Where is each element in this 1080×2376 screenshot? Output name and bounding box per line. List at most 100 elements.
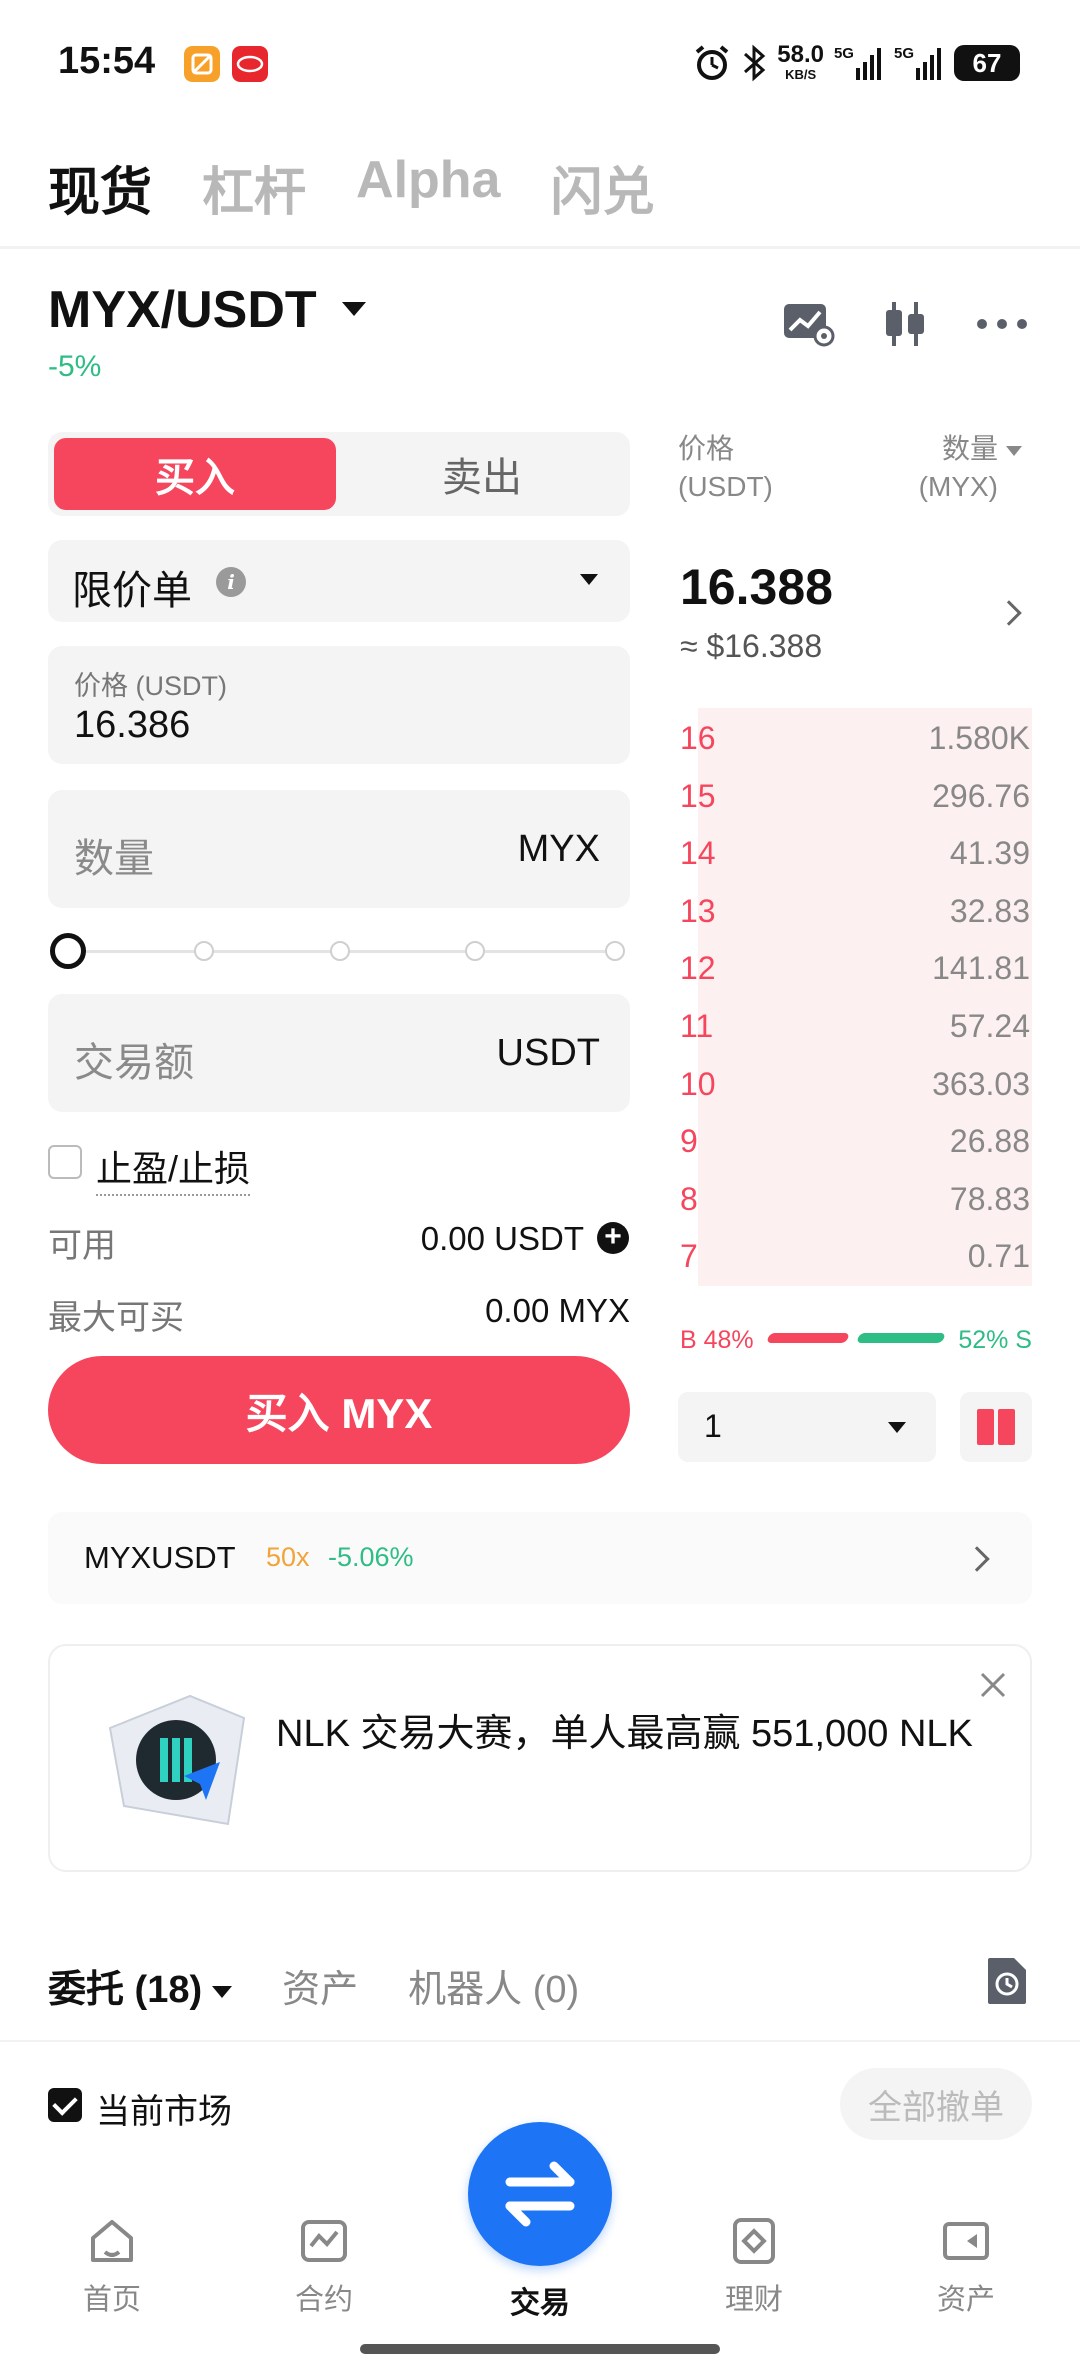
buy-tab[interactable]: 买入 [54,438,336,510]
sell-ratio: 52% S [958,1326,1032,1354]
qty-dropdown-icon [1006,445,1022,456]
ask-quantity: 0.71 [967,1238,1030,1275]
app-notification-icon [184,46,220,82]
ask-row[interactable]: 15 296.76 [678,768,1032,825]
ask-price: 12 [680,950,716,987]
tab-bots[interactable]: 机器人 (0) [408,1958,579,2013]
slider-node-25[interactable] [194,941,214,961]
nav-trade-label[interactable]: 交易 [460,2278,620,2322]
chevron-right-icon[interactable] [996,600,1022,626]
signal-bars-icon [916,48,941,80]
pair-dropdown-icon[interactable] [342,302,366,316]
buy-submit-button[interactable]: 买入 MYX [48,1356,630,1464]
ask-price: 14 [680,835,716,872]
tab-open-orders[interactable]: 委托 (18) [48,1958,233,2013]
qty-header-unit: (MYX) [918,471,998,502]
slider-handle[interactable] [50,933,86,969]
sell-tab[interactable]: 卖出 [340,438,624,510]
tab-spot[interactable]: 现货 [48,150,152,225]
net-speed-value: 58.0 [777,41,824,68]
deposit-plus-icon[interactable]: + [597,1222,629,1254]
chart-icon[interactable] [780,296,836,352]
ask-price: 8 [680,1180,698,1217]
slider-node-100[interactable] [605,941,625,961]
open-orders-label: 委托 (18) [48,1969,203,2011]
ask-row[interactable]: 11 57.24 [678,998,1032,1055]
divider [0,2040,1080,2042]
price-label: 价格 (USDT) [74,671,227,701]
pair-selector[interactable]: MYX/USDT [48,280,317,340]
max-buy-value: 0.00 MYX [485,1292,630,1329]
futures-change: -5.06% [328,1542,414,1572]
layout-icon-right [998,1409,1015,1445]
tpsl-checkbox[interactable] [48,1145,82,1179]
tab-margin[interactable]: 杠杆 [202,150,306,225]
ask-row[interactable]: 12 141.81 [678,940,1032,997]
ask-row[interactable]: 16 1.580K [678,710,1032,767]
tab-convert[interactable]: 闪兑 [550,150,654,225]
ask-price: 16 [680,720,716,756]
candlestick-icon[interactable] [876,296,932,352]
order-history-icon[interactable] [984,1956,1030,2006]
ask-row[interactable]: 13 32.83 [678,883,1032,940]
current-market-checkbox[interactable] [48,2088,82,2122]
quantity-input[interactable]: 数量 MYX [48,790,630,908]
current-market-label[interactable]: 当前市场 [96,2084,232,2133]
quantity-placeholder: 数量 [74,837,154,881]
signal-1-label: 5G [833,45,854,62]
chevron-right-icon [964,1546,990,1572]
buy-ratio: B 48% [680,1326,754,1354]
home-icon [91,2220,133,2262]
ask-price: 9 [680,1123,698,1160]
signal-bars-icon [855,48,881,80]
ask-quantity: 296.76 [932,777,1030,814]
orderbook-qty-header[interactable]: 数量 (MYX) [919,430,1022,506]
promo-banner-text: NLK 交易大赛，单人最高赢 551,000 NLK [276,1713,973,1755]
ask-row[interactable]: 8 78.83 [678,1171,1032,1228]
futures-link-card[interactable]: MYXUSDT 50x -5.06% [48,1512,1032,1604]
close-icon[interactable] [976,1668,1010,1702]
pair-change: -5% [48,350,102,383]
battery-icon: 67 [954,45,1020,81]
amount-input[interactable]: 交易额 USDT [48,994,630,1112]
ask-row[interactable]: 14 41.39 [678,825,1032,882]
info-icon[interactable]: i [216,567,246,597]
qty-header-text: 数量 [941,433,998,464]
depth-value: 1 [704,1408,722,1444]
ask-price: 13 [680,892,716,929]
order-type-select[interactable]: 限价单 i [48,540,630,622]
price-input[interactable]: 价格 (USDT) 16.386 [48,646,630,764]
ask-row[interactable]: 7 0.71 [678,1228,1032,1285]
tab-assets[interactable]: 资产 [282,1958,358,2013]
futures-leverage: 50x [266,1542,310,1572]
status-time: 15:54 [58,40,156,82]
nav-futures[interactable]: 合约 [254,2214,394,2318]
nav-trade[interactable] [468,2122,612,2266]
dropdown-caret-icon [888,1422,906,1433]
cancel-all-button[interactable]: 全部撤单 [840,2068,1032,2140]
tab-alpha[interactable]: Alpha [356,150,500,225]
signal-1: 5G [834,46,884,80]
nav-earn-label: 理财 [724,2284,783,2316]
ask-row[interactable]: 10 363.03 [678,1056,1032,1113]
alarm-icon [695,45,729,80]
tpsl-label[interactable]: 止盈/止损 [96,1140,251,1196]
nav-home[interactable]: 首页 [42,2214,182,2318]
amount-unit: USDT [496,1032,600,1074]
nav-earn[interactable]: 理财 [684,2214,824,2318]
slider-node-75[interactable] [465,941,485,961]
nav-assets[interactable]: 资产 [896,2214,1036,2318]
depth-precision-select[interactable]: 1 [678,1392,936,1462]
ask-quantity: 41.39 [949,835,1030,872]
max-buy-label: 最大可买 [48,1299,184,1337]
more-icon[interactable] [974,296,1030,352]
ask-row[interactable]: 9 26.88 [678,1113,1032,1170]
orderbook-layout-button[interactable] [960,1392,1032,1462]
promo-banner[interactable]: NLK 交易大赛，单人最高赢 551,000 NLK [48,1644,1032,1872]
buy-ratio-bar [766,1333,850,1343]
price-value[interactable]: 16.386 [74,704,190,747]
slider-node-50[interactable] [330,941,350,961]
market-type-tabs: 现货 杠杆 Alpha 闪兑 [48,150,655,225]
ask-price: 11 [680,1008,714,1044]
ask-quantity: 363.03 [932,1065,1030,1102]
